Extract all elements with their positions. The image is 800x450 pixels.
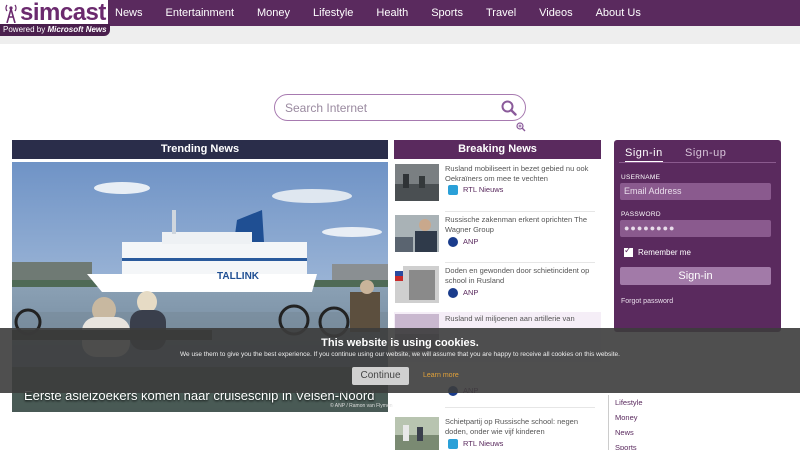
anp-icon [448,288,458,298]
rtl-icon [448,185,458,195]
news-title[interactable]: Doden en gewonden door schietincident op… [445,266,597,286]
search-box [274,94,526,121]
side-link-money[interactable]: Money [615,410,643,425]
news-thumbnail [395,215,439,252]
logo-wordmark: simcast [20,0,106,26]
nav-item-travel[interactable]: Travel [479,0,523,26]
remember-me[interactable]: Remember me [624,246,691,257]
news-divider [445,211,595,212]
nav-item-lifestyle[interactable]: Lifestyle [306,0,360,26]
sub-header-bar [0,26,800,44]
trending-news-header: Trending News [12,140,388,159]
broadcast-tower-icon [5,4,17,23]
nav-item-sports[interactable]: Sports [424,0,470,26]
main-nav: News Entertainment Money Lifestyle Healt… [108,0,657,26]
news-source-label: RTL Nieuws [463,439,504,448]
nav-item-entertainment[interactable]: Entertainment [159,0,241,26]
news-title[interactable]: Rusland wil miljoenen aan artillerie van [445,314,597,324]
news-title[interactable]: Rusland mobiliseert in bezet gebied nu o… [445,164,597,184]
tab-divider [619,162,776,163]
cookie-learn-more-link[interactable]: Learn more [423,372,459,379]
cookie-text: We use them to give you the best experie… [180,351,620,358]
cookie-banner: This website is using cookies. We use th… [0,328,800,393]
tab-signup[interactable]: Sign-up [685,147,726,159]
nav-item-about-us[interactable]: About Us [589,0,648,26]
news-source: RTL Nieuws [448,185,503,195]
side-link-news[interactable]: News [615,425,643,440]
news-source: ANP [448,237,478,247]
news-divider [445,407,595,408]
powered-by-label: Powered by Microsoft News [0,24,110,36]
top-nav-bar: News Entertainment Money Lifestyle Healt… [0,0,800,26]
news-title[interactable]: Schietpartij op Russische school: negen … [445,417,597,437]
news-source: ANP [448,288,478,298]
side-category-list: Lifestyle Money News Sports [608,395,643,450]
news-item[interactable]: Schietpartij op Russische school: negen … [394,415,601,450]
powered-by-prefix: Powered by [3,25,48,34]
powered-by-brand: Microsoft News [47,25,107,34]
anp-icon [448,237,458,247]
nav-item-health[interactable]: Health [369,0,415,26]
search-icon[interactable] [501,100,517,116]
news-source-label: ANP [463,237,479,246]
remember-me-checkbox[interactable] [624,246,633,257]
cookie-continue-button[interactable]: Continue [352,367,409,385]
page: News Entertainment Money Lifestyle Healt… [0,0,800,450]
email-field[interactable]: Email Address [620,183,771,200]
search-input[interactable] [285,100,485,116]
news-source-label: RTL Nieuws [463,185,504,194]
news-thumbnail [395,417,439,450]
remember-me-label: Remember me [638,248,691,257]
news-title[interactable]: Russische zakenman erkent oprichten The … [445,215,597,235]
side-link-sports[interactable]: Sports [615,440,643,450]
news-source-label: ANP [463,288,479,297]
ship-name-text: TALLINK [217,271,260,282]
side-link-lifestyle[interactable]: Lifestyle [615,395,643,410]
password-field[interactable]: ●●●●●●●● [620,220,771,237]
username-label: USERNAME [621,174,661,181]
zoom-in-icon[interactable] [516,122,526,132]
news-item[interactable]: Russische zakenman erkent oprichten The … [394,213,601,263]
nav-item-videos[interactable]: Videos [532,0,579,26]
news-thumbnail [395,164,439,201]
news-source: RTL Nieuws [448,439,503,449]
news-item[interactable]: Doden en gewonden door schietincident op… [394,264,601,314]
rtl-icon [448,439,458,449]
breaking-news-header: Breaking News [394,140,601,159]
news-item[interactable]: Rusland mobiliseert in bezet gebied nu o… [394,162,601,212]
tab-signin[interactable]: Sign-in [625,147,663,163]
nav-item-news[interactable]: News [108,0,150,26]
nav-item-money[interactable]: Money [250,0,297,26]
signin-panel: Sign-in Sign-up USERNAME Email Address P… [614,140,781,332]
password-label: PASSWORD [621,211,661,218]
simcast-logo[interactable]: simcast Powered by Microsoft News [0,0,110,36]
photo-credit: © ANP / Ramon van Flymen [330,403,393,409]
cookie-title: This website is using cookies. [321,337,479,349]
forgot-password-link[interactable]: Forgot password [621,298,673,305]
news-thumbnail [395,266,439,303]
news-divider [445,262,595,263]
signin-button[interactable]: Sign-in [620,267,771,285]
